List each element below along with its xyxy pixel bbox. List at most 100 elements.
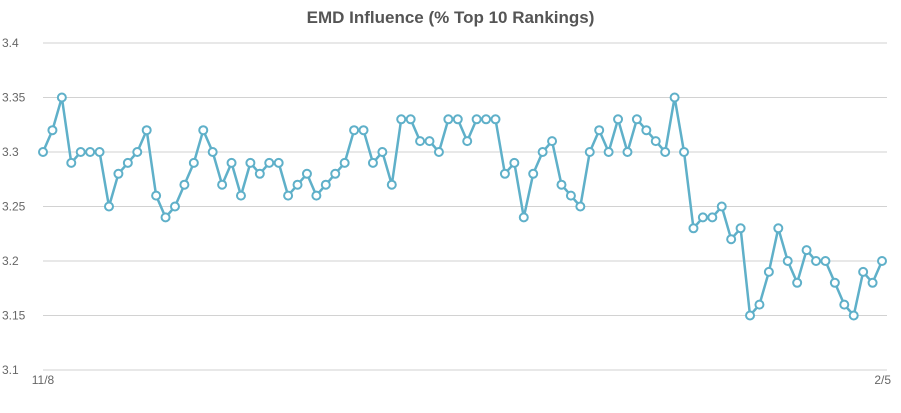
data-point[interactable] [877, 256, 887, 266]
data-point[interactable] [264, 157, 275, 168]
x-tick-label: 2/5 [874, 373, 891, 387]
data-point[interactable] [641, 125, 652, 136]
data-point[interactable] [858, 266, 869, 277]
data-point[interactable] [358, 125, 369, 136]
data-point[interactable] [754, 299, 765, 310]
data-point[interactable] [679, 147, 690, 157]
data-point[interactable] [311, 190, 322, 201]
data-point[interactable] [462, 136, 473, 147]
data-point[interactable] [811, 256, 822, 266]
data-point[interactable] [283, 190, 294, 201]
data-point[interactable] [141, 125, 152, 136]
data-point[interactable] [499, 168, 510, 179]
data-point[interactable] [782, 256, 793, 266]
data-point[interactable] [820, 256, 831, 266]
data-point[interactable] [622, 147, 633, 157]
data-point[interactable] [490, 114, 501, 125]
data-point[interactable] [452, 114, 463, 125]
data-point[interactable] [226, 157, 237, 168]
data-point[interactable] [867, 277, 878, 288]
data-point[interactable] [575, 201, 586, 212]
data-point[interactable] [386, 179, 397, 190]
data-point[interactable] [565, 190, 576, 201]
data-point[interactable] [697, 212, 708, 223]
data-point[interactable] [320, 179, 331, 190]
data-point[interactable] [188, 157, 199, 168]
data-point[interactable] [848, 310, 859, 321]
data-point[interactable] [349, 125, 360, 136]
data-point[interactable] [613, 114, 624, 125]
data-point[interactable] [292, 179, 303, 190]
data-point[interactable] [94, 147, 105, 157]
x-tick-label: 11/8 [32, 373, 55, 387]
data-point[interactable] [151, 190, 162, 201]
data-point[interactable] [556, 179, 567, 190]
y-tick-label: 3.1 [2, 363, 19, 377]
data-point[interactable] [471, 114, 482, 125]
data-point[interactable] [594, 125, 605, 136]
data-point[interactable] [433, 147, 444, 157]
data-point[interactable] [405, 114, 416, 125]
data-point[interactable] [301, 168, 312, 179]
data-point[interactable] [66, 157, 77, 168]
data-point[interactable] [424, 136, 435, 147]
data-point[interactable] [273, 157, 284, 168]
data-point[interactable] [707, 212, 718, 223]
data-point[interactable] [396, 114, 407, 125]
data-point[interactable] [245, 157, 256, 168]
data-point[interactable] [56, 92, 67, 103]
grid-lines [43, 42, 887, 371]
data-point[interactable] [75, 147, 86, 157]
y-tick-label: 3.4 [2, 36, 19, 50]
data-point[interactable] [113, 168, 124, 179]
data-point[interactable] [726, 234, 737, 245]
data-point[interactable] [481, 114, 492, 125]
data-point[interactable] [669, 92, 680, 103]
data-point[interactable] [38, 147, 48, 157]
data-point[interactable] [603, 147, 614, 157]
data-point[interactable] [169, 201, 180, 212]
data-point[interactable] [763, 266, 774, 277]
data-point[interactable] [509, 157, 520, 168]
data-point[interactable] [631, 114, 642, 125]
data-point[interactable] [160, 212, 171, 223]
data-point[interactable] [735, 223, 746, 234]
y-axis-ticks: 3.1 3.15 3.2 3.25 3.3 3.35 3.4 [2, 36, 26, 377]
data-point[interactable] [339, 157, 350, 168]
y-tick-label: 3.35 [2, 91, 26, 105]
data-point[interactable] [254, 168, 265, 179]
y-tick-label: 3.2 [2, 254, 19, 268]
data-point[interactable] [584, 147, 595, 157]
data-point[interactable] [217, 179, 228, 190]
data-point[interactable] [745, 310, 756, 321]
data-point[interactable] [528, 168, 539, 179]
data-point[interactable] [839, 299, 850, 310]
data-point[interactable] [179, 179, 190, 190]
data-point[interactable] [415, 136, 426, 147]
data-point[interactable] [367, 157, 378, 168]
data-point[interactable] [207, 147, 218, 157]
data-point[interactable] [660, 147, 671, 157]
data-point[interactable] [443, 114, 454, 125]
data-point[interactable] [801, 245, 812, 256]
y-tick-label: 3.3 [2, 145, 19, 159]
data-point[interactable] [792, 277, 803, 288]
data-point[interactable] [330, 168, 341, 179]
data-point[interactable] [773, 223, 784, 234]
data-point[interactable] [132, 147, 143, 157]
data-point[interactable] [198, 125, 209, 136]
data-point[interactable] [547, 136, 558, 147]
data-point[interactable] [122, 157, 133, 168]
data-point[interactable] [518, 212, 529, 223]
data-point[interactable] [650, 136, 661, 147]
data-point[interactable] [47, 125, 58, 136]
data-point[interactable] [377, 147, 388, 157]
y-tick-label: 3.15 [2, 309, 26, 323]
data-point[interactable] [537, 147, 548, 157]
data-point[interactable] [716, 201, 727, 212]
data-point[interactable] [235, 190, 246, 201]
data-point[interactable] [688, 223, 699, 234]
data-point[interactable] [85, 147, 96, 157]
data-point[interactable] [829, 277, 840, 288]
data-point[interactable] [103, 201, 114, 212]
